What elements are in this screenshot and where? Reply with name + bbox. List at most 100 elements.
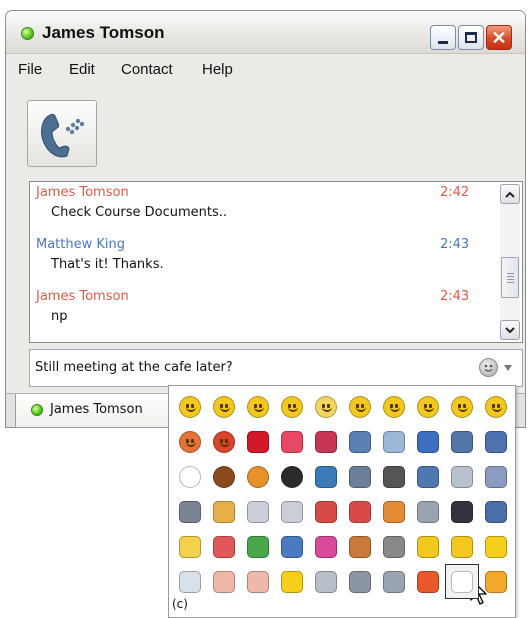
phone-book-icon[interactable] [479,424,513,459]
smile-icon[interactable] [173,389,207,424]
smiley-icon [484,364,493,372]
warning-icon[interactable] [411,529,445,564]
paint-palette-icon[interactable] [479,459,513,494]
beer-icon[interactable] [207,494,241,529]
sun-icon[interactable] [275,564,309,599]
message-sender: James Tomson [36,289,129,304]
emoticon-button[interactable] [479,358,498,377]
devil-icon[interactable] [207,424,241,459]
conversation-tab[interactable]: James Tomson [15,394,185,428]
sleeping-icon[interactable] [377,529,411,564]
sad-icon[interactable] [275,389,309,424]
wink-icon[interactable] [445,389,479,424]
emoticon-shortcut-code: (c) [172,597,188,611]
eight-ball-icon[interactable] [275,459,309,494]
bar-chart-icon[interactable] [411,424,445,459]
menu-help[interactable]: Help [202,61,233,78]
wine-glass-icon[interactable] [275,494,309,529]
scroll-down-button[interactable] [500,320,520,340]
computer-icon[interactable] [411,459,445,494]
thumbs-down-icon[interactable] [241,564,275,599]
female-symbol-icon[interactable] [309,529,343,564]
cocktail-icon[interactable] [241,494,275,529]
car-icon[interactable] [479,494,513,529]
film-reel-icon[interactable] [411,494,445,529]
menu-contact[interactable]: Contact [121,61,173,78]
message-time: 2:43 [440,237,470,252]
window-title: James Tomson [42,23,165,42]
envelope-icon[interactable] [377,424,411,459]
people-icon[interactable] [377,494,411,529]
chevron-down-icon [505,326,515,333]
rainbow-icon[interactable] [411,564,445,599]
message-time: 2:42 [440,185,470,200]
online-status-icon [31,404,43,416]
close-icon: ✕ [491,27,507,48]
unhappy-icon[interactable] [479,389,513,424]
book-icon[interactable] [445,424,479,459]
webcam-icon[interactable] [173,494,207,529]
broken-heart-icon[interactable] [309,424,343,459]
cool-icon[interactable] [377,389,411,424]
phone-icon [41,113,85,158]
thumbs-up-icon[interactable] [207,564,241,599]
scroll-up-button[interactable] [500,184,520,204]
message-text: Check Course Documents.. [51,205,228,220]
maximize-button[interactable] [458,25,484,50]
grin-icon[interactable] [207,389,241,424]
snow-cloud-icon[interactable] [377,564,411,599]
football-icon[interactable] [207,459,241,494]
big-grin-icon[interactable] [241,389,275,424]
eye-icon[interactable] [173,564,207,599]
girl-icon[interactable] [343,494,377,529]
menu-edit[interactable]: Edit [69,61,95,78]
chevron-down-icon[interactable] [504,365,512,371]
message-text: np [51,309,68,324]
chat-history[interactable]: James Tomson 2:42 Check Course Documents… [29,181,523,343]
clock-icon[interactable] [479,564,513,599]
telephone-icon[interactable] [309,459,343,494]
male-symbol-icon[interactable] [275,529,309,564]
house-icon[interactable] [343,529,377,564]
menu-bar: File Edit Contact Help [6,54,525,82]
lightning-icon[interactable] [445,529,479,564]
tab-label: James Tomson [50,402,143,417]
mobile-device-icon[interactable] [445,459,479,494]
chevron-up-icon [505,191,515,198]
message-sender: James Tomson [36,185,129,200]
call-button[interactable] [27,100,97,167]
money-icon[interactable] [241,529,275,564]
vertical-scrollbar[interactable] [500,184,520,340]
confused-icon[interactable] [309,389,343,424]
close-button[interactable]: ✕ [486,25,512,50]
message-sender: Matthew King [36,237,126,252]
menu-file[interactable]: File [18,61,42,78]
birthday-cake-icon[interactable] [173,529,207,564]
message-time: 2:43 [440,289,470,304]
boy-icon[interactable] [309,494,343,529]
notebook-icon[interactable] [343,424,377,459]
bat-icon[interactable] [445,494,479,529]
message-input[interactable]: Still meeting at the cafe later? [29,349,523,387]
angry-icon[interactable] [173,424,207,459]
scroll-thumb[interactable] [501,257,519,298]
smirk-icon[interactable] [343,389,377,424]
lips-icon[interactable] [241,424,275,459]
neutral-icon[interactable] [411,389,445,424]
basketball-icon[interactable] [241,459,275,494]
music-note-icon[interactable] [377,459,411,494]
rain-cloud-icon[interactable] [343,564,377,599]
heart-icon[interactable] [275,424,309,459]
television-icon[interactable] [343,459,377,494]
soccer-ball-icon[interactable] [173,459,207,494]
chat-window: James Tomson ✕ File Edit Contact Help Ja… [5,10,526,428]
emoticon-picker: (c) [168,385,516,618]
minimize-button[interactable] [430,25,456,50]
star-icon[interactable] [479,529,513,564]
title-bar[interactable]: James Tomson ✕ [6,11,525,54]
minimize-icon [438,40,448,44]
coffee-icon[interactable] [445,564,479,599]
message-text: That's it! Thanks. [51,257,164,272]
gift-icon[interactable] [207,529,241,564]
partly-cloudy-icon[interactable] [309,564,343,599]
